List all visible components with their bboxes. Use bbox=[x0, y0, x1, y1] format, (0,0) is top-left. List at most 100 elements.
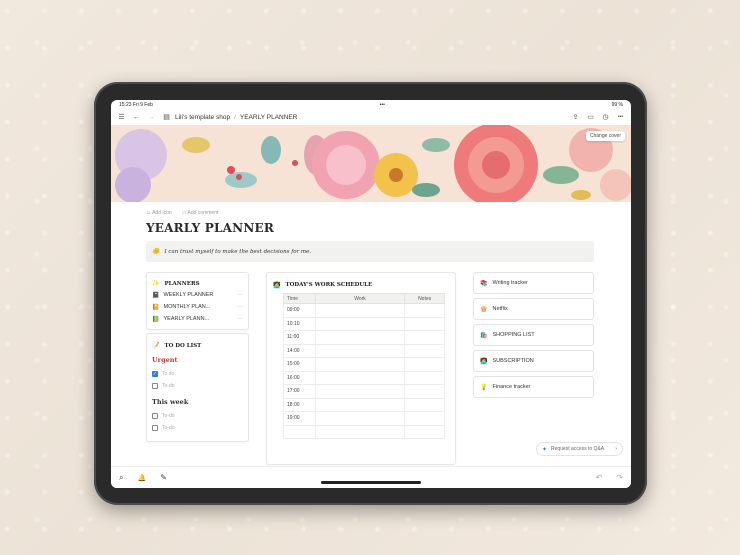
tracker-label: SUBSCRIPTION bbox=[492, 358, 534, 364]
notes-cell[interactable] bbox=[404, 303, 445, 318]
work-cell[interactable] bbox=[314, 343, 406, 358]
share-icon[interactable]: ⇪ bbox=[571, 113, 580, 122]
search-icon[interactable]: ⌕ bbox=[119, 473, 123, 483]
time-cell[interactable]: 09:00 bbox=[283, 303, 316, 318]
work-cell[interactable] bbox=[314, 424, 406, 439]
planner-link-weekly[interactable]: 📓 WEEKLY PLANNER ··· bbox=[152, 289, 243, 301]
updates-clock-icon[interactable]: ◷ bbox=[601, 113, 610, 122]
edit-icon[interactable]: ✎ bbox=[160, 473, 167, 482]
table-header-row: Time Work Notes bbox=[283, 293, 445, 304]
time-cell[interactable]: 14:00 bbox=[283, 343, 316, 358]
add-icon-button[interactable]: ☺ Add icon bbox=[146, 210, 172, 216]
checkbox[interactable] bbox=[152, 413, 158, 419]
notes-cell[interactable] bbox=[404, 397, 445, 412]
more-options-icon[interactable]: ••• bbox=[616, 113, 625, 122]
work-cell[interactable] bbox=[314, 330, 406, 345]
planner-label: YEARLY PLANN... bbox=[163, 316, 210, 322]
table-row[interactable]: 14:00 bbox=[283, 343, 445, 358]
work-cell[interactable] bbox=[314, 357, 406, 372]
checkbox-checked[interactable]: ✓ bbox=[152, 371, 158, 377]
checkbox[interactable] bbox=[152, 425, 158, 431]
add-comment-button[interactable]: ▭ Add comment bbox=[182, 210, 219, 216]
quote-callout[interactable]: 🌼 I can trust myself to make the best de… bbox=[146, 241, 594, 262]
table-row[interactable]: 11:00 bbox=[283, 330, 445, 345]
planner-link-yearly[interactable]: 📗 YEARLY PLANN... ··· bbox=[152, 313, 243, 325]
column-header-notes[interactable]: Notes bbox=[404, 293, 445, 304]
time-cell[interactable]: 17:00 bbox=[283, 384, 316, 399]
time-cell[interactable]: 18:00 bbox=[283, 397, 316, 412]
todo-heading: 📝 TO DO LIST bbox=[152, 339, 243, 352]
time-cell[interactable]: 10:10 bbox=[283, 316, 316, 331]
notes-cell[interactable] bbox=[404, 424, 445, 439]
table-row[interactable] bbox=[283, 424, 445, 439]
item-menu-icon[interactable]: ··· bbox=[237, 304, 243, 310]
todo-item-week-1[interactable]: To-do bbox=[152, 410, 243, 422]
notes-cell[interactable] bbox=[404, 370, 445, 385]
lightbulb-icon: 💡 bbox=[480, 384, 488, 391]
tracker-link-writing[interactable]: 📚 Writing tracker bbox=[473, 272, 594, 294]
work-cell[interactable] bbox=[314, 370, 406, 385]
page-title[interactable]: YEARLY PLANNER bbox=[146, 221, 274, 235]
cover-image: Change cover bbox=[111, 125, 631, 202]
bell-icon[interactable]: 🔔 bbox=[137, 474, 146, 482]
status-time: 15:23 Fri 9 Feb bbox=[119, 101, 153, 108]
planner-link-monthly[interactable]: 📔 MONTHLY PLAN... ··· bbox=[152, 301, 243, 313]
todo-label: To-do bbox=[162, 383, 175, 389]
table-row[interactable]: 15:00 bbox=[283, 357, 445, 372]
notes-cell[interactable] bbox=[404, 330, 445, 345]
tracker-link-shopping[interactable]: 🛍️ SHOPPING LIST bbox=[473, 324, 594, 346]
urgent-heading: Urgent bbox=[152, 356, 178, 364]
todo-item-week-2[interactable]: To-do bbox=[152, 422, 243, 434]
todo-item-urgent-1[interactable]: ✓ To do bbox=[152, 368, 243, 380]
column-header-time[interactable]: Time bbox=[283, 293, 316, 304]
workspace-icon: ▤ bbox=[163, 114, 170, 121]
forward-icon[interactable]: → bbox=[147, 113, 156, 122]
column-header-work[interactable]: Work bbox=[314, 293, 406, 304]
time-cell[interactable]: 11:00 bbox=[283, 330, 316, 345]
table-row[interactable]: 16:00 bbox=[283, 370, 445, 385]
work-cell[interactable] bbox=[314, 411, 406, 426]
breadcrumb-page[interactable]: YEARLY PLANNER bbox=[240, 114, 298, 121]
notes-cell[interactable] bbox=[404, 343, 445, 358]
request-qa-button[interactable]: ✦ Request access to Q&A › bbox=[536, 442, 623, 456]
notes-cell[interactable] bbox=[404, 316, 445, 331]
redo-icon[interactable]: ↷ bbox=[616, 473, 623, 482]
notebook-icon: 📓 bbox=[152, 292, 160, 299]
change-cover-button[interactable]: Change cover bbox=[585, 131, 625, 141]
qa-icon: ✦ bbox=[542, 446, 548, 453]
back-icon[interactable]: ← bbox=[132, 113, 141, 122]
notes-cell[interactable] bbox=[404, 357, 445, 372]
work-cell[interactable] bbox=[314, 303, 406, 318]
work-cell[interactable] bbox=[314, 384, 406, 399]
item-menu-icon[interactable]: ··· bbox=[237, 316, 243, 322]
tablet-frame: 15:23 Fri 9 Feb ••• 99 % ☰ ← → ▤ Lili's … bbox=[94, 82, 647, 505]
undo-icon[interactable]: ↶ bbox=[596, 473, 603, 482]
time-cell[interactable]: 16:00 bbox=[283, 370, 316, 385]
time-cell[interactable]: 19:00 bbox=[283, 411, 316, 426]
time-cell[interactable]: 15:00 bbox=[283, 357, 316, 372]
checkbox[interactable] bbox=[152, 383, 158, 389]
tracker-link-subscription[interactable]: 👩‍💻 SUBSCRIPTION bbox=[473, 350, 594, 372]
time-cell[interactable] bbox=[283, 424, 316, 439]
todo-label: To-do bbox=[162, 413, 175, 419]
table-row[interactable]: 09:00 bbox=[283, 303, 445, 318]
notes-cell[interactable] bbox=[404, 384, 445, 399]
tracker-link-finance[interactable]: 💡 Finance tracker bbox=[473, 376, 594, 398]
table-row[interactable]: 18:00 bbox=[283, 397, 445, 412]
notes-cell[interactable] bbox=[404, 411, 445, 426]
schedule-title: TODAY'S WORK SCHEDULE bbox=[285, 282, 373, 288]
work-cell[interactable] bbox=[314, 397, 406, 412]
table-row[interactable]: 10:10 bbox=[283, 316, 445, 331]
item-menu-icon[interactable]: ··· bbox=[237, 292, 243, 298]
todo-item-urgent-2[interactable]: To-do bbox=[152, 380, 243, 392]
top-toolbar: ☰ ← → ▤ Lili's template shop / YEARLY PL… bbox=[111, 109, 631, 125]
work-cell[interactable] bbox=[314, 316, 406, 331]
table-row[interactable]: 17:00 bbox=[283, 384, 445, 399]
breadcrumb-workspace[interactable]: Lili's template shop bbox=[175, 114, 230, 121]
comment-icon[interactable]: ▭ bbox=[586, 113, 595, 122]
menu-icon[interactable]: ☰ bbox=[117, 113, 126, 122]
tracker-link-netflix[interactable]: 🍿 Netflix bbox=[473, 298, 594, 320]
todo-label: To-do bbox=[162, 425, 175, 431]
table-row[interactable]: 19:00 bbox=[283, 411, 445, 426]
shopping-bags-icon: 🛍️ bbox=[480, 332, 488, 339]
